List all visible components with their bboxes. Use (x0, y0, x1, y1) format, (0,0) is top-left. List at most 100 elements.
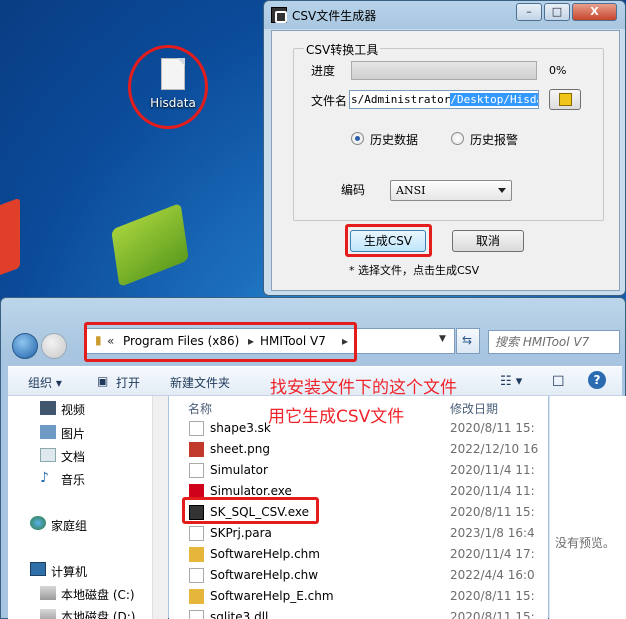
file-date: 2020/11/4 11: (450, 463, 535, 477)
preview-pane: 没有预览。 (549, 396, 626, 619)
radio-history-data[interactable] (351, 132, 364, 145)
nav-item-homegroup[interactable]: 家庭组 (51, 517, 87, 534)
nav-item-pictures[interactable]: 图片 (61, 425, 85, 442)
drive-icon (40, 586, 56, 600)
nav-item-drive-d[interactable]: 本地磁盘 (D:) (61, 608, 135, 619)
radio-history-alarm-label: 历史报警 (470, 133, 519, 147)
music-icon: ♪ (40, 470, 49, 486)
file-icon (189, 421, 204, 436)
file-name: sqlite3.dll (210, 610, 269, 619)
csv-generator-window: CSV文件生成器 – □ X CSV转换工具 (263, 0, 626, 296)
organize-button[interactable]: 组织 ▾ (28, 374, 62, 391)
filename-input[interactable]: s/Administrator/Desktop/Hisdata (349, 90, 539, 109)
forward-button[interactable] (41, 333, 67, 359)
file-icon (189, 589, 204, 604)
videos-icon (40, 401, 56, 415)
windows-logo-green (111, 202, 189, 288)
homegroup-icon (30, 516, 46, 530)
nav-item-computer[interactable]: 计算机 (51, 563, 87, 580)
file-icon (189, 442, 204, 457)
annotation-text-line1: 找安装文件下的这个文件 (270, 378, 457, 398)
file-name: SoftwareHelp_E.chm (210, 589, 334, 603)
radio-history-alarm[interactable] (451, 132, 464, 145)
file-name: SoftwareHelp.chm (210, 547, 320, 561)
annotation-box-exe (182, 497, 319, 524)
nav-item-drive-c[interactable]: 本地磁盘 (C:) (61, 586, 135, 603)
file-row[interactable]: SoftwareHelp.chm 2020/11/4 17: (189, 544, 549, 564)
preview-pane-icon[interactable]: ☐ (552, 374, 565, 390)
progress-bar (351, 61, 537, 80)
file-date: 2020/8/11 15: (450, 610, 535, 619)
help-icon[interactable]: ? (588, 371, 606, 389)
drive-icon (40, 609, 56, 619)
nav-scrollbar[interactable] (152, 396, 168, 619)
encoding-label: 编码 (341, 183, 366, 197)
refresh-button[interactable]: ⇆ (456, 328, 480, 354)
column-name[interactable]: 名称 (188, 400, 212, 417)
open-button[interactable]: 打开 (116, 374, 140, 391)
file-name: SoftwareHelp.chw (210, 568, 319, 582)
file-date: 2020/8/11 15: (450, 589, 535, 603)
encoding-select[interactable]: ANSI (390, 180, 512, 201)
browse-button[interactable] (549, 89, 581, 110)
computer-icon (30, 562, 46, 576)
file-name: SKPrj.para (210, 526, 272, 540)
progress-label: 进度 (311, 64, 336, 78)
annotation-box-address (84, 322, 357, 362)
close-button[interactable]: X (572, 3, 617, 21)
preview-text: 没有预览。 (555, 536, 616, 550)
file-row[interactable]: SKPrj.para 2023/1/8 16:4 (189, 523, 549, 543)
windows-logo-red (0, 197, 20, 283)
group-title: CSV转换工具 (304, 41, 381, 58)
refresh-icon: ⇆ (462, 333, 473, 347)
file-date: 2020/8/11 15: (450, 505, 535, 519)
file-row[interactable]: Simulator 2020/11/4 11: (189, 460, 549, 480)
file-row[interactable]: SoftwareHelp_E.chm 2020/8/11 15: (189, 586, 549, 606)
filename-label: 文件名 (311, 94, 348, 108)
path-text: s/Administrator (351, 93, 451, 106)
folder-icon (559, 93, 572, 106)
column-date[interactable]: 修改日期 (450, 400, 498, 417)
maximize-button[interactable]: □ (544, 3, 570, 21)
chevron-down-icon (498, 188, 506, 193)
annotation-text-line2: 用它生成CSV文件 (268, 407, 405, 427)
file-icon (189, 547, 204, 562)
file-row[interactable]: SoftwareHelp.chw 2022/4/4 16:0 (189, 565, 549, 585)
file-date: 2022/4/4 16:0 (450, 568, 535, 582)
window-title: CSV文件生成器 (292, 9, 377, 23)
file-icon (189, 568, 204, 583)
path-selected-text: /Desktop/Hisdata (450, 93, 538, 106)
file-row[interactable]: sqlite3.dll 2020/8/11 15: (189, 607, 549, 619)
file-date: 2023/1/8 16:4 (450, 526, 535, 540)
file-date: 2022/12/10 16 (450, 442, 539, 456)
file-icon (189, 463, 204, 478)
back-button[interactable] (12, 333, 38, 359)
cancel-button[interactable]: 取消 (452, 230, 524, 252)
file-date: 2020/11/4 17: (450, 547, 535, 561)
radio-history-data-label: 历史数据 (370, 133, 419, 147)
pictures-icon (40, 425, 56, 439)
annotation-circle (128, 45, 208, 129)
annotation-box-generate (345, 224, 432, 257)
new-folder-button[interactable]: 新建文件夹 (170, 374, 230, 391)
documents-icon (40, 448, 56, 462)
encoding-value: ANSI (396, 184, 426, 197)
file-icon (189, 610, 204, 619)
view-options-icon[interactable]: ☷ ▾ (500, 374, 522, 389)
chevron-down-icon[interactable]: ▼ (439, 334, 446, 344)
file-name: shape3.sk (210, 421, 271, 435)
open-icon: ▣ (97, 374, 109, 388)
file-name: sheet.png (210, 442, 270, 456)
file-row[interactable]: sheet.png 2022/12/10 16 (189, 439, 549, 459)
nav-item-music[interactable]: 音乐 (61, 471, 85, 488)
hint-text: * 选择文件，点击生成CSV (349, 264, 480, 277)
file-icon (189, 526, 204, 541)
progress-percent: 0% (549, 64, 567, 77)
file-date: 2020/11/4 11: (450, 484, 535, 498)
nav-item-documents[interactable]: 文档 (61, 448, 85, 465)
file-name: Simulator (210, 463, 268, 477)
nav-item-videos[interactable]: 视频 (61, 401, 85, 418)
search-input[interactable]: 搜索 HMITool V7 (488, 330, 620, 354)
app-icon (271, 7, 287, 23)
minimize-button[interactable]: – (516, 3, 542, 21)
